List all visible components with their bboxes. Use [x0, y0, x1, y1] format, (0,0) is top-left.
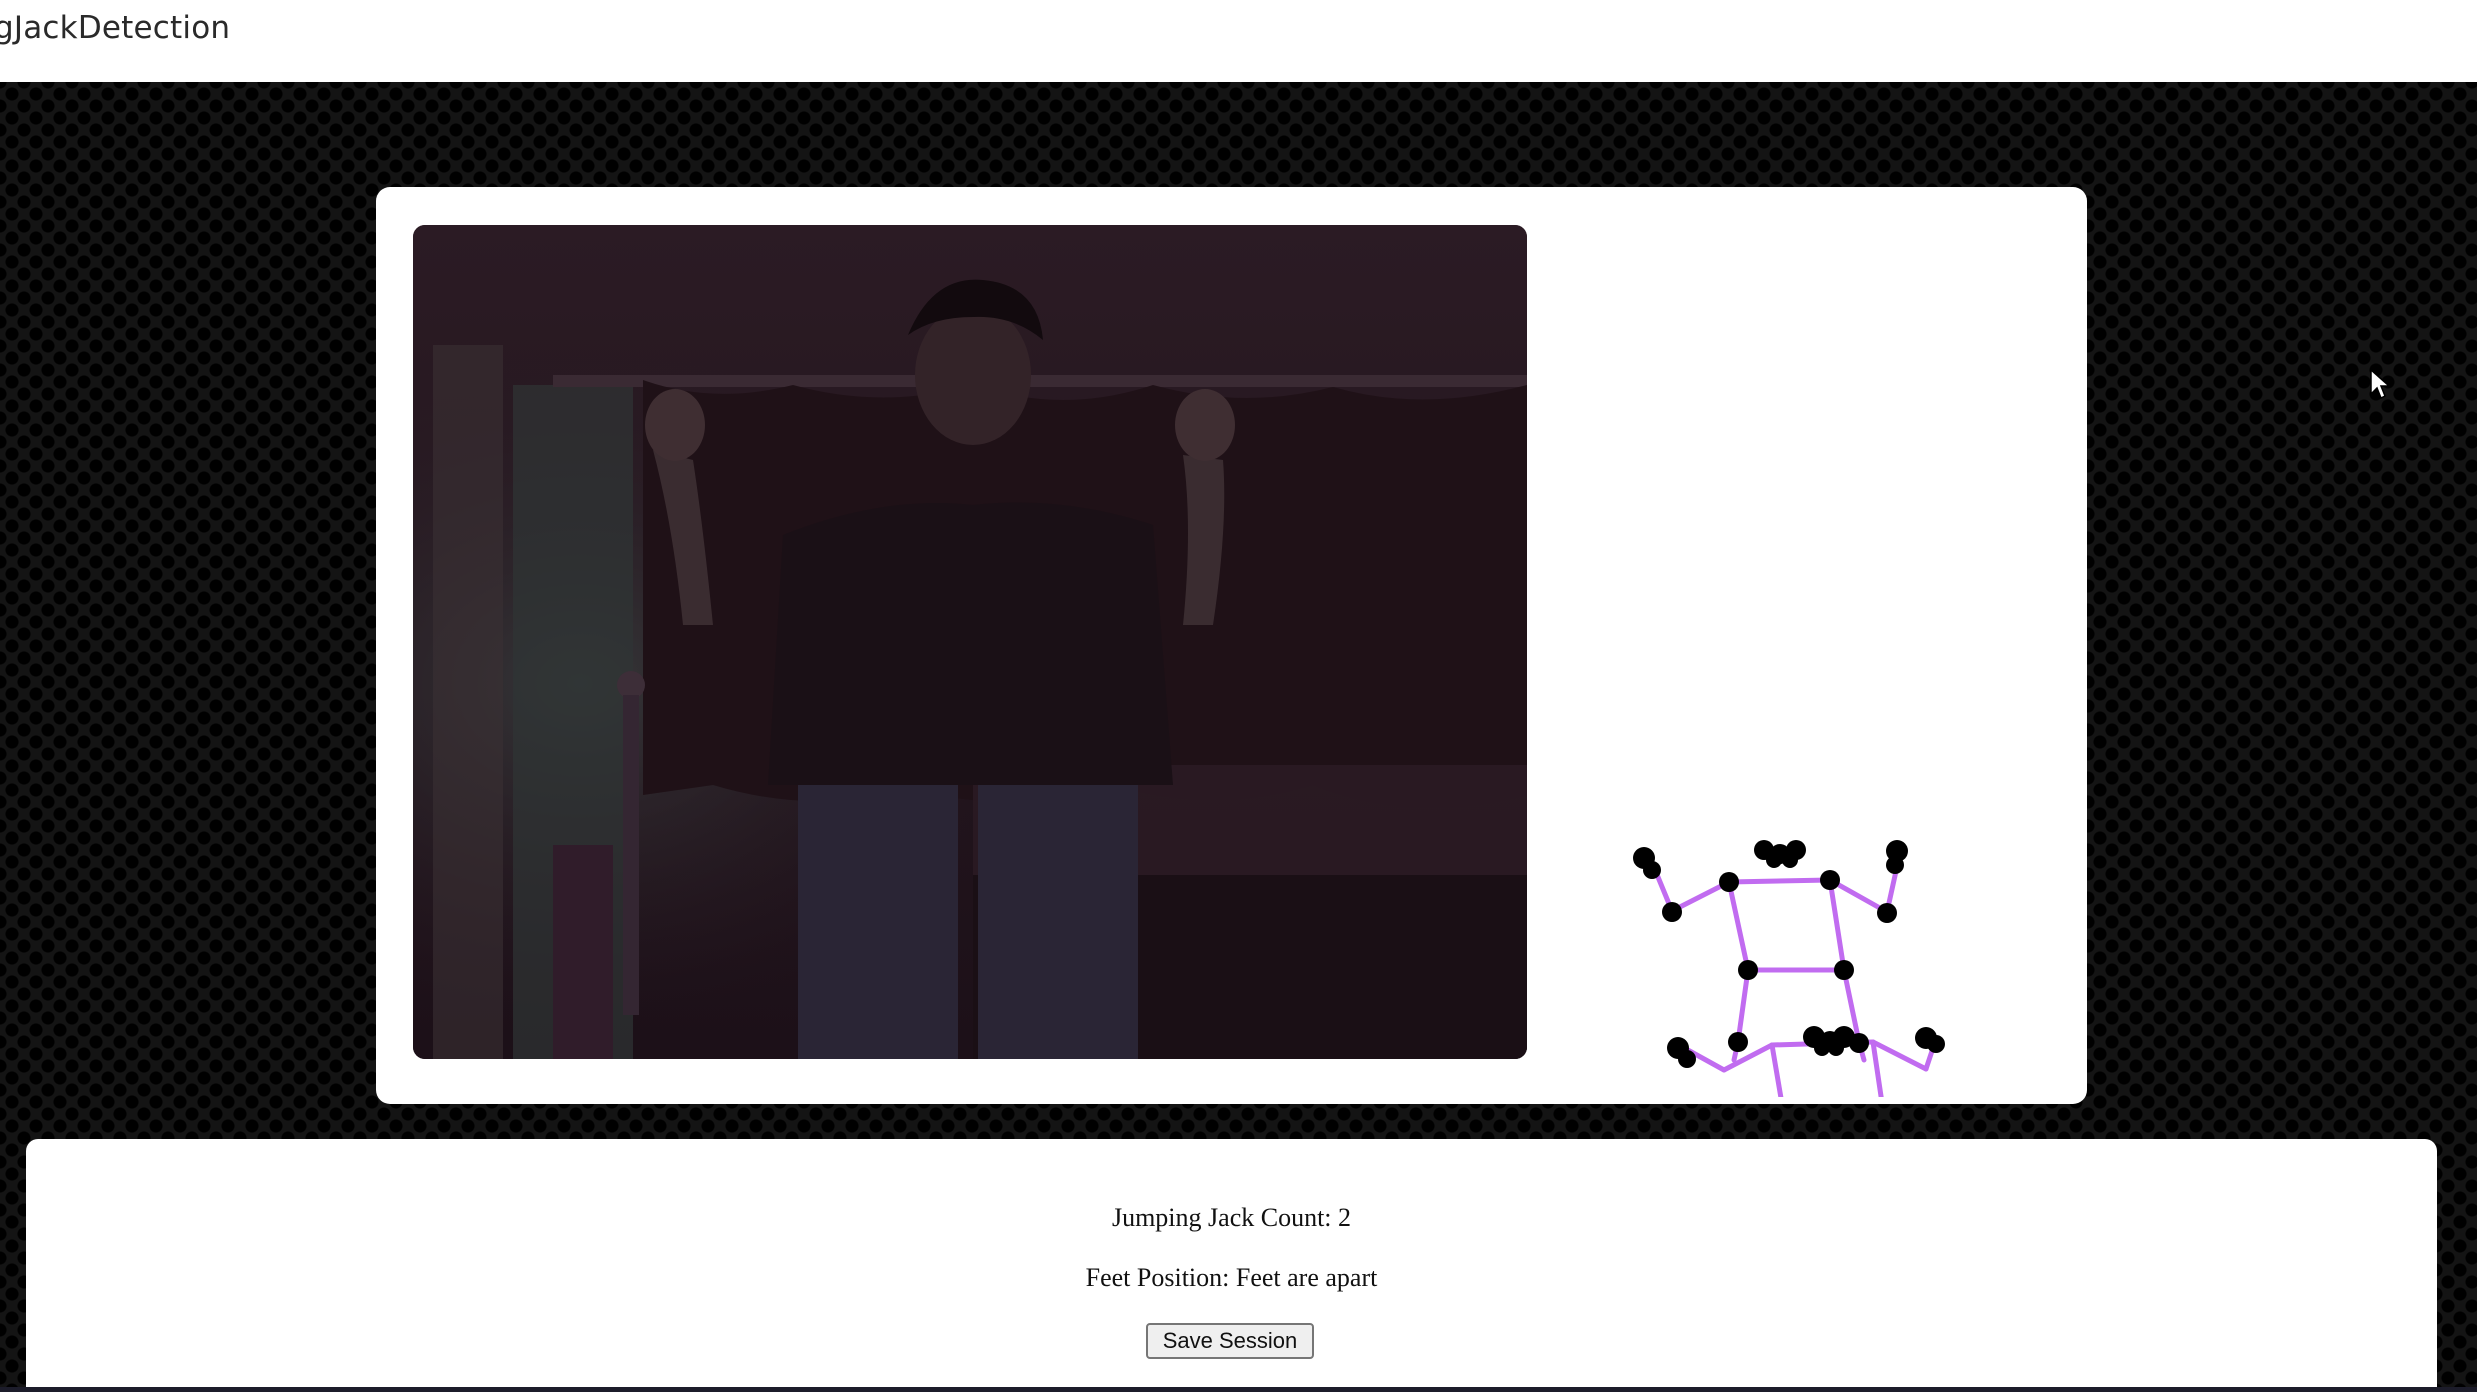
mouse-cursor-icon — [2370, 368, 2391, 400]
save-session-button[interactable]: Save Session — [1146, 1323, 1314, 1359]
pose-skeleton-lower — [1633, 840, 1908, 1063]
stats-panel: Jumping Jack Count: 2 Feet Position: Fee… — [26, 1139, 2437, 1392]
app-title: gJackDetection — [0, 10, 231, 46]
feet-position-status: Feet Position: Feet are apart — [1085, 1263, 1378, 1292]
window-bottom-edge — [0, 1387, 2477, 1392]
jumping-jack-count: Jumping Jack Count: 2 — [1111, 1203, 1352, 1232]
webcam-video — [413, 225, 1527, 1059]
title-bar: gJackDetection — [0, 0, 2477, 82]
